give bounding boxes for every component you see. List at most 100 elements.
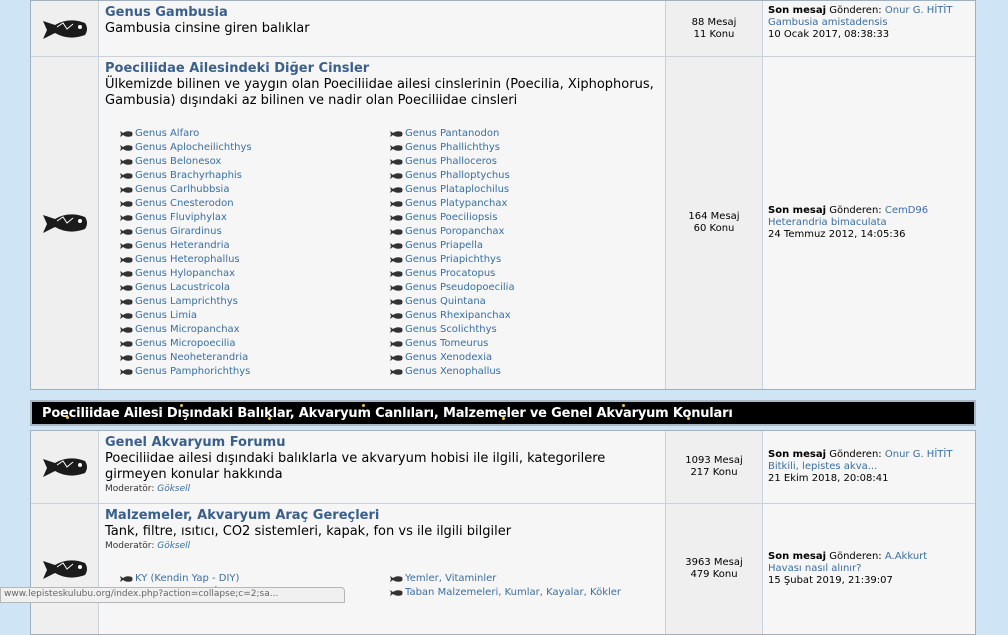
subforum-label[interactable]: Yemler, Vitaminler	[405, 572, 496, 586]
subforum-label[interactable]: Genus Xenodexia	[405, 351, 492, 365]
subforum-label[interactable]: Genus Tomeurus	[405, 337, 488, 351]
subforum-link[interactable]: Genus Priapella	[389, 239, 659, 253]
subforum-link[interactable]: Genus Limia	[119, 309, 389, 323]
subforum-link[interactable]: Genus Carlhubbsia	[119, 183, 389, 197]
last-post-topic-link[interactable]: Havası nasıl alınır?	[768, 563, 970, 575]
subforum-label[interactable]: Genus Poeciliopsis	[405, 211, 497, 225]
subforum-label[interactable]: Genus Belonesox	[135, 155, 221, 169]
subforum-link[interactable]: Genus Phalloptychus	[389, 169, 659, 183]
subforum-label[interactable]: Genus Pantanodon	[405, 127, 499, 141]
subforum-link[interactable]: Genus Alfaro	[119, 127, 389, 141]
moderator-link[interactable]: Göksell	[157, 541, 190, 551]
subforum-label[interactable]: Genus Micropoecilia	[135, 337, 235, 351]
subforum-link[interactable]: Genus Heterandria	[119, 239, 389, 253]
category-header[interactable]: Poeciliidae Ailesi Dışındaki Balıklar, A…	[30, 400, 976, 426]
subforum-link[interactable]: Genus Pseudopoecilia	[389, 281, 659, 295]
subforum-link[interactable]: Genus Procatopus	[389, 267, 659, 281]
subforum-link[interactable]: Genus Girardinus	[119, 225, 389, 239]
fish-icon[interactable]	[39, 13, 91, 45]
subforum-link[interactable]: Genus Lamprichthys	[119, 295, 389, 309]
subforum-label[interactable]: Genus Poropanchax	[405, 225, 504, 239]
subforum-label[interactable]: Genus Scolichthys	[405, 323, 497, 337]
moderator-link[interactable]: Göksell	[157, 484, 190, 494]
subforum-label[interactable]: Genus Priapella	[405, 239, 483, 253]
subforum-label[interactable]: Genus Lamprichthys	[135, 295, 238, 309]
subforum-link[interactable]: Genus Xenodexia	[389, 351, 659, 365]
last-post-topic-link[interactable]: Gambusia amistadensis	[768, 17, 970, 29]
subforum-link[interactable]: Genus Pantanodon	[389, 127, 659, 141]
subforum-link[interactable]: Genus Belonesox	[119, 155, 389, 169]
subforum-label[interactable]: Genus Brachyrhaphis	[135, 169, 242, 183]
forum-title-link[interactable]: Poeciliidae Ailesindeki Diğer Cinsler	[105, 61, 659, 77]
subforum-label[interactable]: Genus Neoheterandria	[135, 351, 248, 365]
subforum-link[interactable]: KY (Kendin Yap - DIY)	[119, 572, 389, 586]
subforum-link[interactable]: Genus Fluviphylax	[119, 211, 389, 225]
subforum-link[interactable]: Genus Aplocheilichthys	[119, 141, 389, 155]
fish-icon[interactable]	[39, 451, 91, 483]
subforum-link[interactable]: Genus Quintana	[389, 295, 659, 309]
forum-title-link[interactable]: Genel Akvaryum Forumu	[105, 435, 659, 451]
subforum-label[interactable]: Genus Pseudopoecilia	[405, 281, 515, 295]
subforum-label[interactable]: Genus Heterophallus	[135, 253, 240, 267]
subforum-label[interactable]: Genus Procatopus	[405, 267, 495, 281]
subforum-label[interactable]: Genus Cnesterodon	[135, 197, 234, 211]
subforum-link[interactable]: Genus Poeciliopsis	[389, 211, 659, 225]
subforum-link[interactable]: Genus Hylopanchax	[119, 267, 389, 281]
subforum-link[interactable]: Taban Malzemeleri, Kumlar, Kayalar, Kökl…	[389, 586, 659, 600]
subforum-link[interactable]: Genus Tomeurus	[389, 337, 659, 351]
subforum-link[interactable]: Genus Phalloceros	[389, 155, 659, 169]
subforum-link[interactable]: Genus Cnesterodon	[119, 197, 389, 211]
subforum-label[interactable]: Genus Quintana	[405, 295, 486, 309]
category-title[interactable]: Poeciliidae Ailesi Dışındaki Balıklar, A…	[42, 406, 733, 421]
subforum-link[interactable]: Genus Priapichthys	[389, 253, 659, 267]
last-post-user-link[interactable]: CemD96	[885, 205, 928, 216]
last-post-topic-link[interactable]: Heterandria bimaculata	[768, 217, 970, 229]
subforum-label[interactable]: Genus Rhexipanchax	[405, 309, 511, 323]
subforum-label[interactable]: Genus Xenophallus	[405, 365, 501, 379]
last-post-user-link[interactable]: Onur G. HİTİT	[885, 449, 953, 460]
subforum-label[interactable]: Taban Malzemeleri, Kumlar, Kayalar, Kökl…	[405, 586, 621, 600]
subforum-label[interactable]: Genus Micropanchax	[135, 323, 240, 337]
fish-icon[interactable]	[39, 207, 91, 239]
subforum-label[interactable]: Genus Heterandria	[135, 239, 230, 253]
subforum-label[interactable]: Genus Limia	[135, 309, 197, 323]
subforum-link[interactable]: Genus Lacustricola	[119, 281, 389, 295]
subforum-link[interactable]: Genus Micropanchax	[119, 323, 389, 337]
subforum-link[interactable]: Genus Brachyrhaphis	[119, 169, 389, 183]
last-post-date: 10 Ocak 2017, 08:38:33	[768, 29, 890, 40]
subforum-label[interactable]: KY (Kendin Yap - DIY)	[135, 572, 239, 586]
fish-icon[interactable]	[39, 553, 91, 585]
subforum-link[interactable]: Genus Scolichthys	[389, 323, 659, 337]
subforum-link[interactable]: Genus Plataplochilus	[389, 183, 659, 197]
subforum-link[interactable]: Genus Neoheterandria	[119, 351, 389, 365]
subforum-label[interactable]: Genus Phalloptychus	[405, 169, 510, 183]
subforum-link[interactable]: Genus Poropanchax	[389, 225, 659, 239]
subforum-label[interactable]: Genus Phalloceros	[405, 155, 497, 169]
subforum-link[interactable]: Genus Phallichthys	[389, 141, 659, 155]
sparkle-decoration	[66, 416, 69, 419]
subforum-link[interactable]: Genus Platypanchax	[389, 197, 659, 211]
subforum-link[interactable]: Yemler, Vitaminler	[389, 572, 659, 586]
subforum-label[interactable]: Genus Alfaro	[135, 127, 199, 141]
subforum-label[interactable]: Genus Fluviphylax	[135, 211, 227, 225]
last-post-user-link[interactable]: Onur G. HİTİT	[885, 5, 953, 16]
subforum-label[interactable]: Genus Priapichthys	[405, 253, 501, 267]
last-post-user-link[interactable]: A.Akkurt	[885, 551, 927, 562]
subforum-link[interactable]: Genus Micropoecilia	[119, 337, 389, 351]
subforum-label[interactable]: Genus Girardinus	[135, 225, 222, 239]
subforum-label[interactable]: Genus Pamphorichthys	[135, 365, 250, 379]
subforum-link[interactable]: Genus Xenophallus	[389, 365, 659, 379]
subforum-label[interactable]: Genus Platypanchax	[405, 197, 507, 211]
subforum-link[interactable]: Genus Rhexipanchax	[389, 309, 659, 323]
subforum-label[interactable]: Genus Plataplochilus	[405, 183, 509, 197]
subforum-label[interactable]: Genus Lacustricola	[135, 281, 230, 295]
subforum-label[interactable]: Genus Carlhubbsia	[135, 183, 229, 197]
subforum-link[interactable]: Genus Heterophallus	[119, 253, 389, 267]
subforum-label[interactable]: Genus Hylopanchax	[135, 267, 235, 281]
forum-title-link[interactable]: Malzemeler, Akvaryum Araç Gereçleri	[105, 508, 659, 524]
forum-title-link[interactable]: Genus Gambusia	[105, 5, 659, 21]
subforum-label[interactable]: Genus Phallichthys	[405, 141, 500, 155]
subforum-link[interactable]: Genus Pamphorichthys	[119, 365, 389, 379]
subforum-label[interactable]: Genus Aplocheilichthys	[135, 141, 252, 155]
last-post-topic-link[interactable]: Bitkili, lepistes akva...	[768, 461, 970, 473]
